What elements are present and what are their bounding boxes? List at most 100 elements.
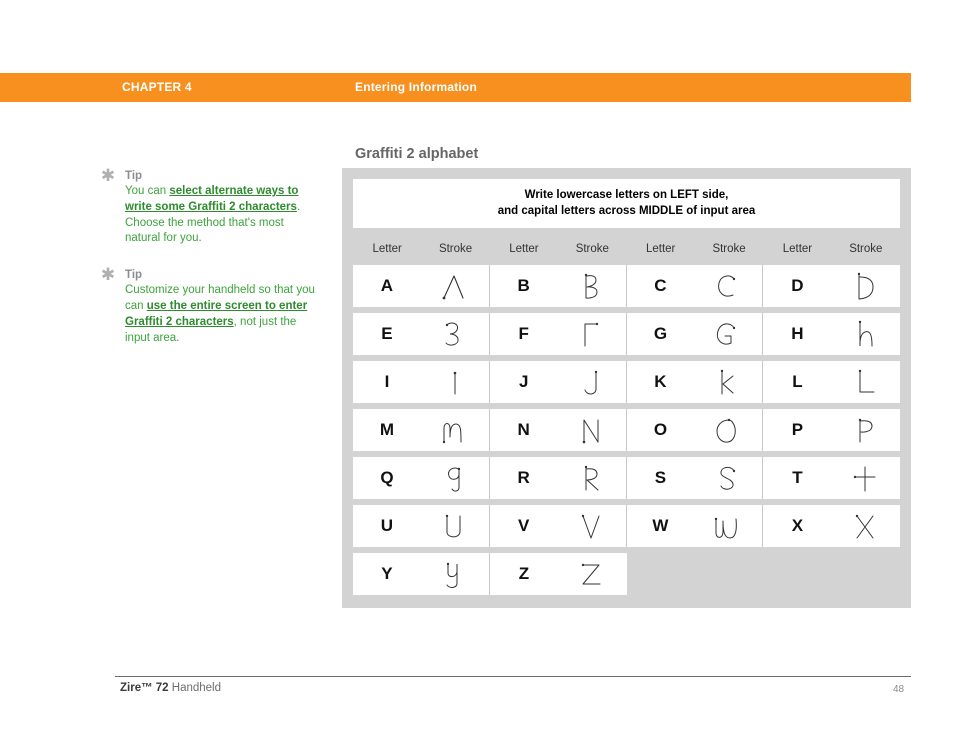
tip-body: Customize your handheld so that you can …	[125, 283, 315, 346]
alphabet-cell-i: I	[353, 361, 490, 403]
column-header-row: Letter Stroke Letter Stroke Letter Strok…	[353, 236, 900, 262]
stroke-glyph-j-icon	[558, 367, 626, 397]
alphabet-row: E F G H	[353, 313, 900, 355]
alphabet-cell-k: K	[626, 361, 764, 403]
letter-label-i: I	[384, 372, 390, 391]
column-header-stroke: Stroke	[712, 243, 746, 255]
stroke-glyph-p-icon	[832, 415, 900, 445]
alphabet-cell-l: L	[763, 361, 900, 403]
letter-label-u: U	[380, 516, 394, 535]
alphabet-cell-j: J	[489, 361, 627, 403]
alphabet-cell-z: Z	[489, 553, 627, 595]
letter-label-c: C	[654, 276, 667, 295]
instruction-line-2: and capital letters across MIDDLE of inp…	[497, 204, 756, 217]
tip-body: You can select alternate ways to write s…	[125, 184, 315, 247]
stroke-glyph-v-icon	[558, 511, 626, 541]
alphabet-cell-g: G	[626, 313, 764, 355]
letter-label-e: E	[381, 324, 393, 343]
alphabet-row: YZ	[353, 553, 900, 595]
letter-label-g: G	[653, 324, 668, 343]
stroke-glyph-a-icon	[421, 271, 489, 301]
letter-label-v: V	[518, 516, 530, 535]
alphabet-cell-v: V	[489, 505, 627, 547]
alphabet-row: A B C D	[353, 265, 900, 307]
page-title: Graffiti 2 alphabet	[355, 146, 479, 162]
stroke-glyph-o-icon	[694, 415, 762, 445]
stroke-glyph-w-icon	[694, 511, 762, 541]
letter-label-s: S	[654, 468, 667, 487]
column-header-letter: Letter	[645, 243, 676, 255]
tip-text-lead: You can	[125, 185, 170, 197]
letter-label-r: R	[517, 468, 530, 487]
stroke-glyph-d-icon	[832, 271, 900, 301]
alphabet-grid: ABCDEFGHIJKLMNOPQRSTUVWXYZ	[353, 265, 900, 601]
letter-label-a: A	[380, 276, 394, 295]
alphabet-cell-n: N	[489, 409, 627, 451]
chapter-topic: Entering Information	[355, 80, 477, 94]
letter-label-b: B	[517, 276, 530, 295]
letter-label-f: F	[518, 324, 529, 343]
instruction-line-1: Write lowercase letters on LEFT side,	[524, 189, 729, 201]
tip-heading: Tip	[125, 170, 143, 182]
alphabet-cell-m: M	[353, 409, 490, 451]
alphabet-cell-c: C	[626, 265, 764, 307]
chapter-label: CHAPTER 4	[122, 80, 192, 94]
letter-label-o: O	[653, 420, 668, 439]
column-header-letter: Letter	[782, 243, 813, 255]
footer-page-number: 48	[893, 684, 905, 695]
letter-label-n: N	[517, 420, 530, 439]
alphabet-row: I J K L	[353, 361, 900, 403]
letter-label-m: M	[379, 420, 395, 439]
footer-product-suffix: Handheld	[168, 682, 222, 694]
tip-block: ✱ Tip You can select alternate ways to w…	[100, 166, 315, 247]
stroke-glyph-g-icon	[694, 319, 762, 349]
alphabet-cell-empty	[627, 553, 764, 595]
alphabet-cell-h: H	[763, 313, 900, 355]
letter-label-h: H	[791, 324, 804, 343]
tip-heading: Tip	[125, 269, 143, 282]
alphabet-cell-f: F	[489, 313, 627, 355]
alphabet-cell-p: P	[763, 409, 900, 451]
alphabet-row: Q R S T	[353, 457, 900, 499]
stroke-glyph-x-icon	[832, 511, 900, 541]
stroke-glyph-y-icon	[421, 559, 489, 589]
stroke-glyph-r-icon	[558, 463, 626, 493]
footer-divider	[115, 676, 911, 677]
instruction-box: Write lowercase letters on LEFT side, an…	[353, 179, 900, 228]
letter-label-q: Q	[380, 468, 394, 487]
alphabet-row: M N O P	[353, 409, 900, 451]
chapter-header-bar: CHAPTER 4 Entering Information	[0, 73, 911, 102]
letter-label-k: K	[654, 372, 667, 391]
stroke-glyph-f-icon	[558, 319, 626, 349]
stroke-glyph-i-icon	[421, 367, 489, 397]
alphabet-cell-o: O	[626, 409, 764, 451]
stroke-glyph-t-icon	[832, 463, 900, 493]
stroke-glyph-m-icon	[421, 415, 489, 445]
alphabet-cell-y: Y	[353, 553, 490, 595]
letter-label-z: Z	[518, 564, 530, 583]
alphabet-cell-u: U	[353, 505, 490, 547]
column-header-letter: Letter	[372, 243, 402, 255]
stroke-glyph-n-icon	[558, 415, 626, 445]
asterisk-icon: ✱	[100, 166, 116, 185]
stroke-glyph-q-icon	[421, 463, 489, 493]
alphabet-cell-t: T	[763, 457, 900, 499]
stroke-glyph-z-icon	[558, 559, 626, 589]
stroke-glyph-c-icon	[694, 271, 762, 301]
letter-label-j: J	[518, 372, 529, 391]
column-header-stroke: Stroke	[438, 243, 473, 255]
column-header-stroke: Stroke	[849, 243, 883, 255]
alphabet-cell-w: W	[626, 505, 764, 547]
stroke-glyph-e-icon	[421, 319, 489, 349]
sidebar-tips: ✱ Tip You can select alternate ways to w…	[100, 166, 315, 360]
column-header-stroke: Stroke	[575, 243, 609, 255]
alphabet-cell-e: E	[353, 313, 490, 355]
alphabet-row: U V W X	[353, 505, 900, 547]
stroke-glyph-l-icon	[832, 367, 900, 397]
asterisk-icon: ✱	[100, 265, 116, 285]
alphabet-cell-a: A	[353, 265, 490, 307]
column-header-letter: Letter	[509, 243, 539, 255]
stroke-glyph-k-icon	[694, 367, 762, 397]
alphabet-cell-s: S	[626, 457, 764, 499]
tip-block: ✱ Tip Customize your handheld so that yo…	[100, 265, 315, 346]
